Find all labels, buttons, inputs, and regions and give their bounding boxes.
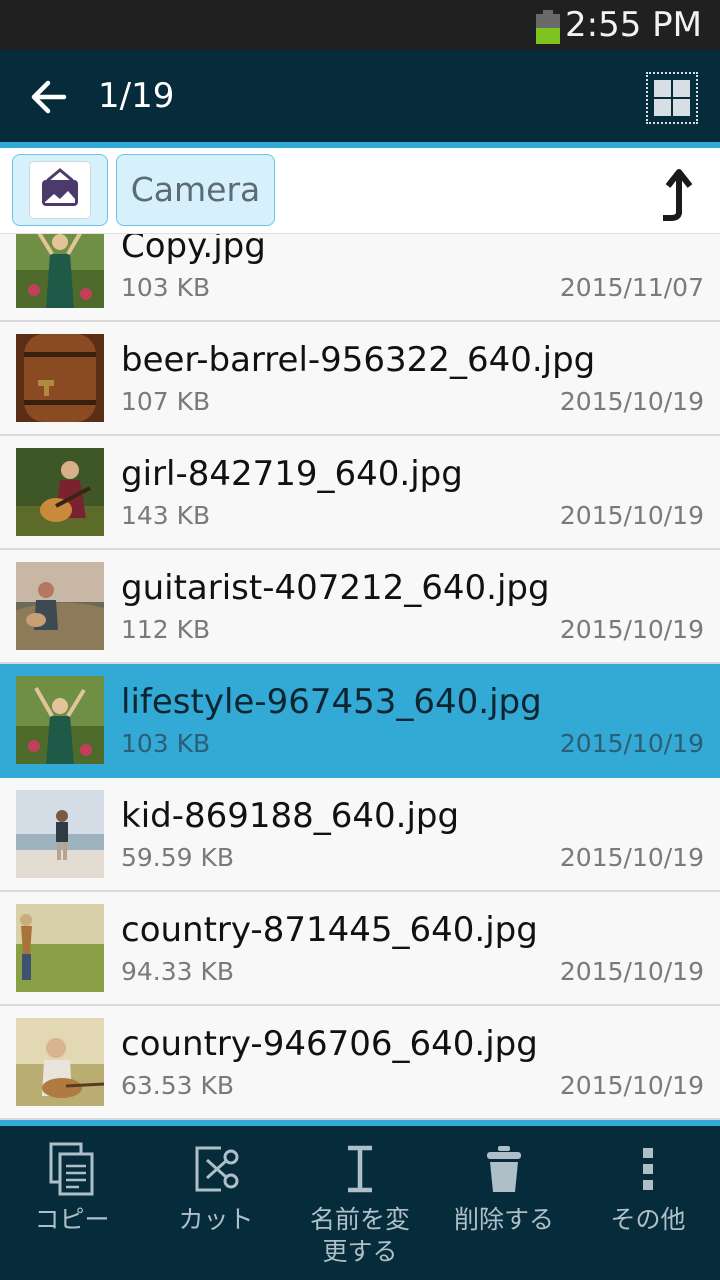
file-row[interactable]: girl-842719_640.jpg 143 KB 2015/10/19 [0,436,720,550]
file-row[interactable]: beer-barrel-956322_640.jpg 107 KB 2015/1… [0,322,720,436]
file-name: girl-842719_640.jpg [121,454,463,494]
file-date: 2015/10/19 [559,729,704,758]
more-icon [643,1148,653,1190]
arrow-up-icon [663,169,693,221]
back-button[interactable] [24,72,74,122]
gallery-icon [42,168,78,206]
thumbnail-image [16,334,104,422]
file-list: Copy.jpg 103 KB 2015/11/07 beer-barrel-9… [0,234,720,1120]
file-date: 2015/10/19 [559,501,704,530]
battery-icon [536,10,560,44]
file-row[interactable]: guitarist-407212_640.jpg 112 KB 2015/10/… [0,550,720,664]
status-time: 2:55 PM [565,5,702,45]
file-size: 103 KB [121,273,211,302]
thumbnail-image [16,904,104,992]
grid-view-button[interactable] [646,72,698,124]
rename-button[interactable]: 名前を変更する [288,1126,432,1280]
arrow-left-icon [31,80,67,114]
file-row[interactable]: country-946706_640.jpg 63.53 KB 2015/10/… [0,1006,720,1120]
file-date: 2015/10/19 [559,1071,704,1100]
page-count: 1/19 [98,76,175,116]
file-size: 59.59 KB [121,843,235,872]
cut-label: カット [178,1205,254,1234]
copy-icon [49,1142,94,1196]
file-size: 63.53 KB [121,1071,235,1100]
copy-button[interactable]: コピー [0,1126,144,1280]
parent-folder-button[interactable] [650,162,702,222]
file-date: 2015/10/19 [559,387,704,416]
file-size: 107 KB [121,387,211,416]
delete-button[interactable]: 削除する [432,1126,576,1280]
more-button[interactable]: その他 [576,1126,720,1280]
file-date: 2015/11/07 [559,273,704,302]
gallery-root-button[interactable] [12,154,108,226]
thumbnail-image [16,448,104,536]
thumbnail-image [16,676,104,764]
file-date: 2015/10/19 [559,843,704,872]
app-bar: 1/19 [0,50,720,142]
file-size: 94.33 KB [121,957,235,986]
thumbnail-image [16,790,104,878]
folder-chip[interactable]: Camera [116,154,275,226]
file-name: kid-869188_640.jpg [121,796,460,836]
bottom-action-bar: コピー カット 名前を変更する 削除する その他 [0,1126,720,1280]
file-name: country-871445_640.jpg [121,910,538,950]
thumbnail-image [16,562,104,650]
thumbnail-image [16,234,104,308]
file-name: country-946706_640.jpg [121,1024,538,1064]
file-date: 2015/10/19 [559,615,704,644]
thumbnail-image [16,1018,104,1106]
delete-label: 削除する [453,1205,554,1234]
file-size: 112 KB [121,615,211,644]
cut-icon [195,1146,239,1192]
file-name: lifestyle-967453_640.jpg [121,682,542,722]
file-name: beer-barrel-956322_640.jpg [121,340,596,380]
file-date: 2015/10/19 [559,957,704,986]
more-label: その他 [610,1205,686,1234]
file-row[interactable]: country-871445_640.jpg 94.33 KB 2015/10/… [0,892,720,1006]
status-bar: 2:55 PM [0,0,720,50]
cut-button[interactable]: カット [144,1126,288,1280]
trash-icon [487,1146,521,1192]
copy-label: コピー [34,1205,110,1234]
file-name: guitarist-407212_640.jpg [121,568,550,608]
file-row-selected[interactable]: lifestyle-967453_640.jpg 103 KB 2015/10/… [0,664,720,778]
file-size: 143 KB [121,501,211,530]
file-row[interactable]: kid-869188_640.jpg 59.59 KB 2015/10/19 [0,778,720,892]
file-row[interactable]: Copy.jpg 103 KB 2015/11/07 [0,234,720,322]
path-bar: Camera [0,148,720,234]
rename-label: 名前を変更する [309,1205,410,1266]
file-name: Copy.jpg [121,234,266,266]
file-size: 103 KB [121,729,211,758]
rename-icon [348,1145,372,1193]
